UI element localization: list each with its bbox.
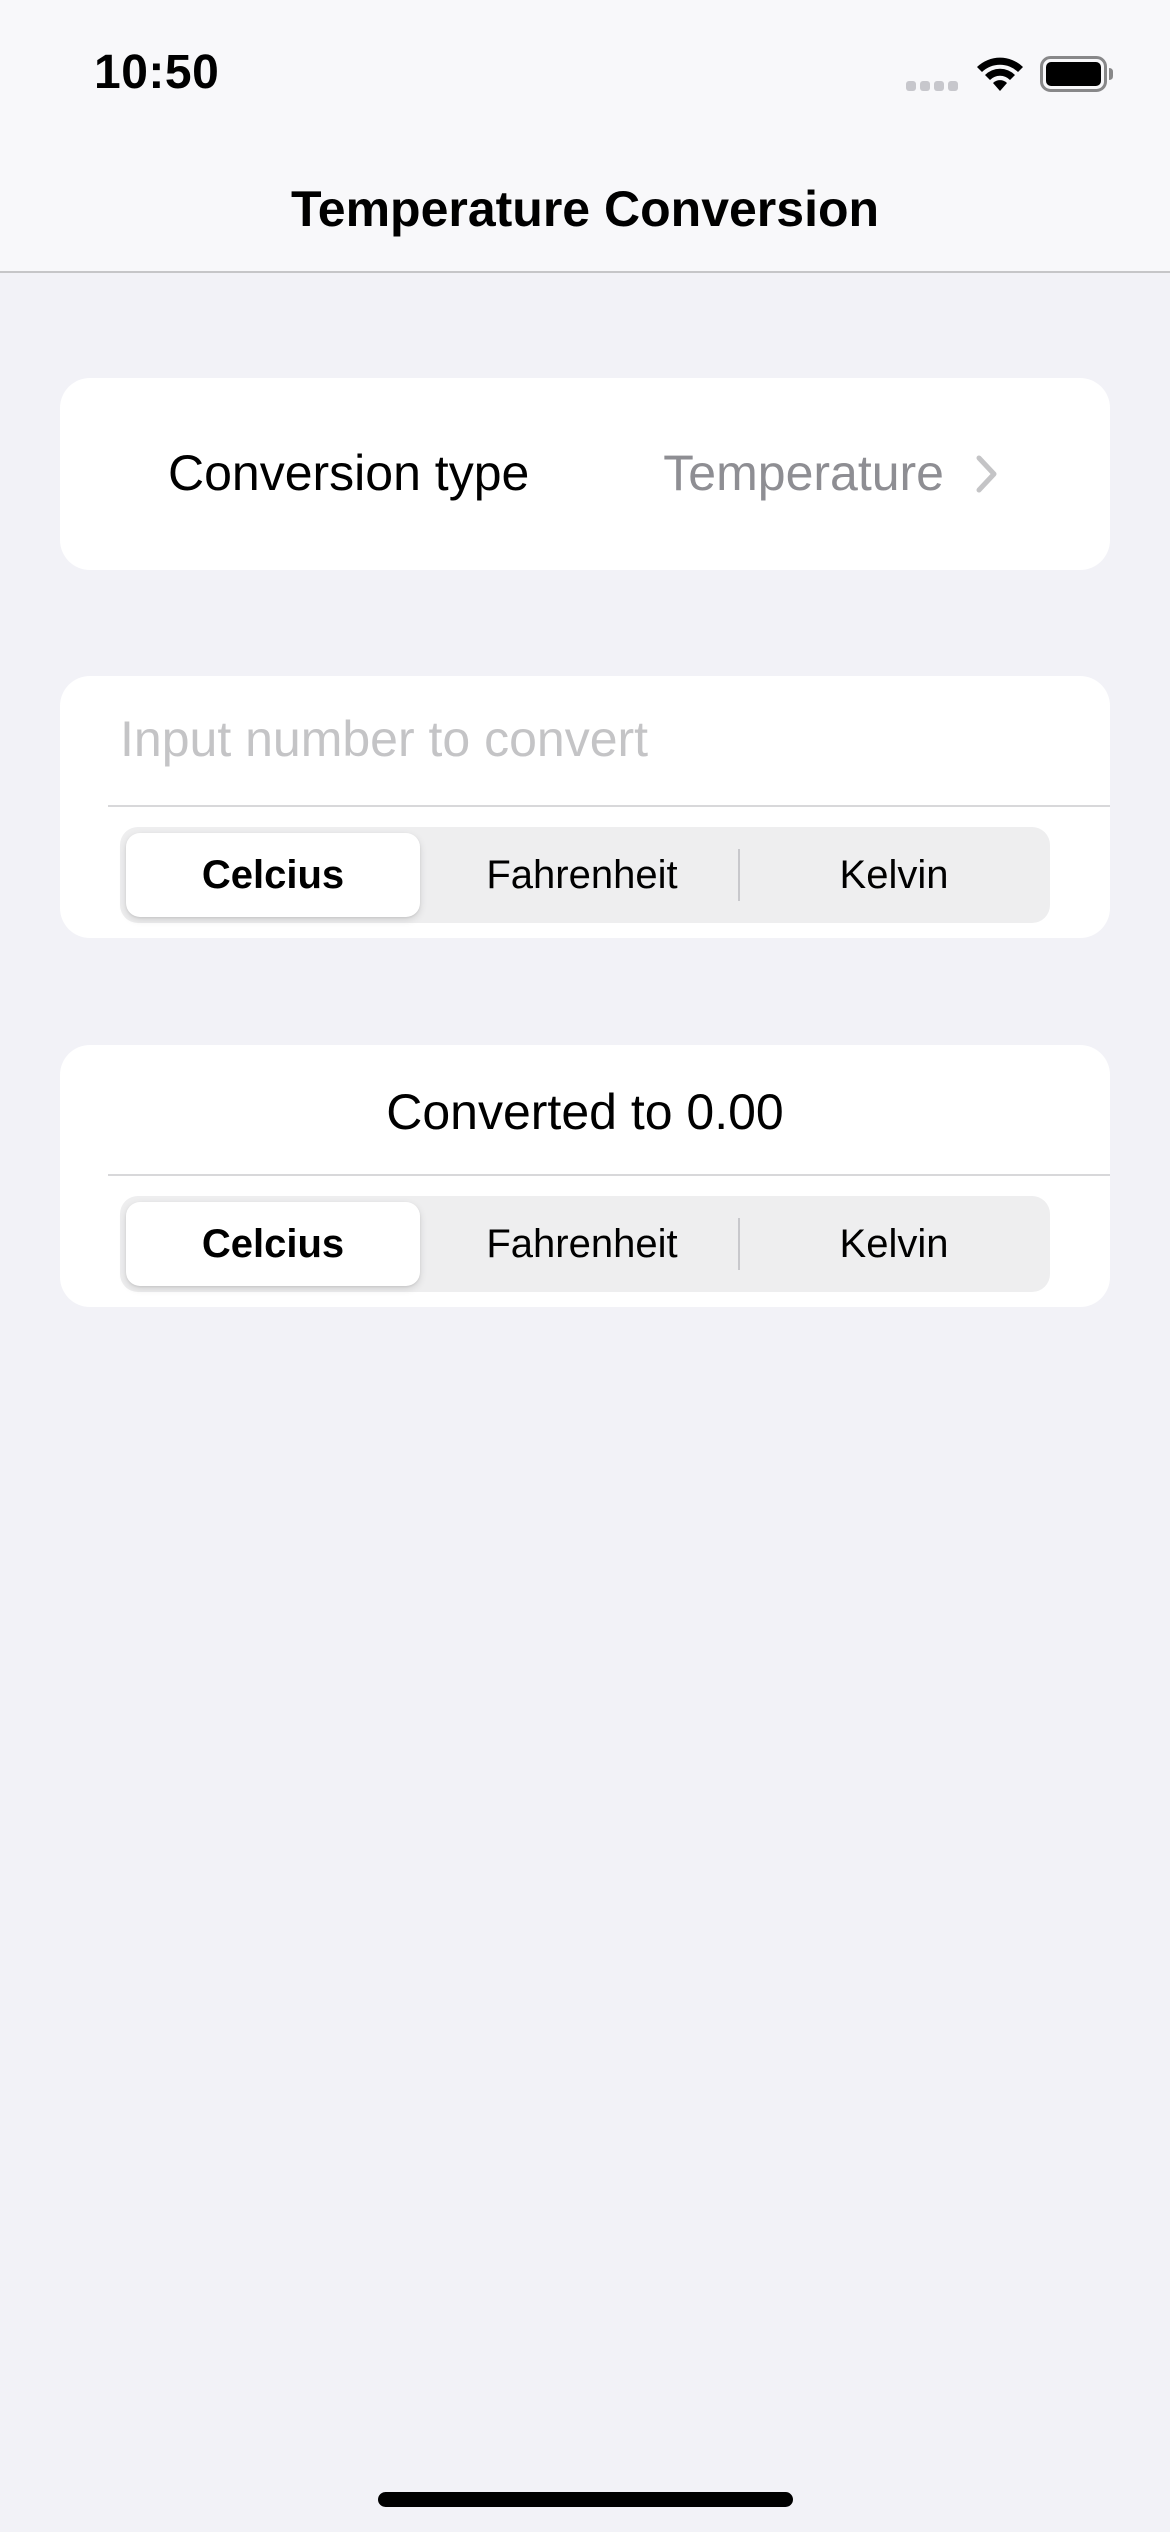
input-unit-fahrenheit[interactable]: Fahrenheit [426, 827, 738, 923]
divider [108, 1174, 1110, 1176]
wifi-icon [977, 57, 1023, 91]
conversion-type-label: Conversion type [168, 445, 530, 501]
output-unit-fahrenheit[interactable]: Fahrenheit [426, 1196, 738, 1292]
output-card: Converted to 0.00 Celcius Fahrenheit Kel… [60, 1045, 1110, 1307]
number-input[interactable] [120, 704, 1080, 774]
input-card: Celcius Fahrenheit Kelvin [60, 676, 1110, 938]
battery-icon [1040, 56, 1113, 92]
output-unit-segmented-control: Celcius Fahrenheit Kelvin [120, 1196, 1050, 1292]
input-unit-kelvin[interactable]: Kelvin [738, 827, 1050, 923]
output-unit-celcius[interactable]: Celcius [120, 1196, 426, 1292]
chevron-right-icon [976, 455, 997, 493]
output-unit-kelvin[interactable]: Kelvin [738, 1196, 1050, 1292]
conversion-type-row[interactable]: Conversion type Temperature [60, 378, 1110, 570]
cellular-signal-icon [906, 81, 960, 91]
navigation-bar: Temperature Conversion [0, 140, 1170, 273]
input-unit-celcius[interactable]: Celcius [120, 827, 426, 923]
status-bar: 10:50 [0, 0, 1170, 140]
home-indicator[interactable] [378, 2492, 793, 2507]
divider [108, 805, 1110, 807]
conversion-type-value: Temperature [663, 445, 944, 501]
input-unit-segmented-control: Celcius Fahrenheit Kelvin [120, 827, 1050, 923]
converted-result: Converted to 0.00 [386, 1084, 784, 1140]
page-title: Temperature Conversion [290, 181, 880, 237]
status-time: 10:50 [94, 46, 220, 99]
